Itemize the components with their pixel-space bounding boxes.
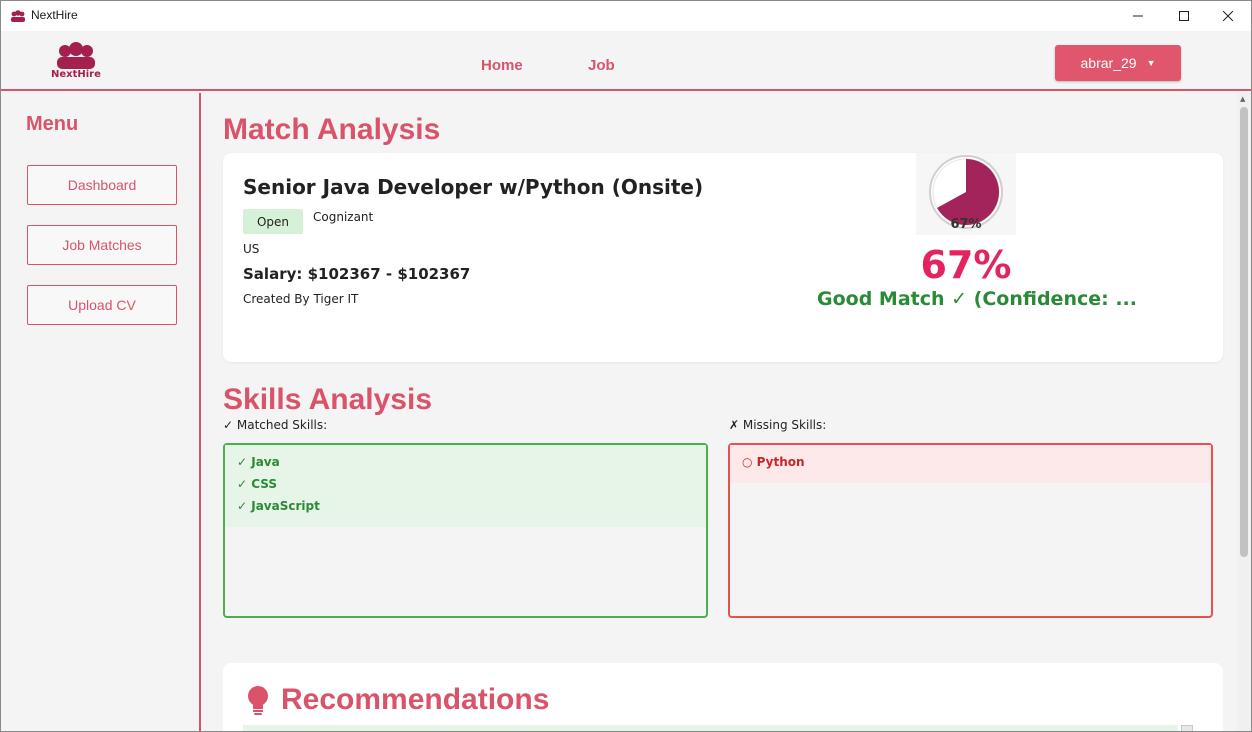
- maximize-button[interactable]: [1161, 1, 1207, 31]
- nav-home-link[interactable]: Home: [481, 57, 523, 74]
- recommendations-heading: Recommendations: [281, 683, 550, 716]
- pie-label: 67%: [950, 217, 982, 232]
- missing-skills-list[interactable]: ○ Python: [728, 443, 1213, 618]
- missing-skills-items: ○ Python: [730, 445, 1211, 483]
- match-percentage: 67%: [920, 243, 1012, 287]
- sidebar: Menu Dashboard Job Matches Upload CV: [1, 93, 201, 731]
- recommendations-card: Recommendations: [223, 663, 1223, 731]
- recommendations-scrollbar[interactable]: [1181, 725, 1193, 731]
- user-menu-button[interactable]: abrar_29 ▼: [1055, 45, 1181, 81]
- matched-skill-item[interactable]: ✓ JavaScript: [237, 499, 706, 521]
- job-location: US: [243, 242, 260, 256]
- matched-skills-items: ✓ Java ✓ CSS ✓ JavaScript: [225, 445, 706, 527]
- salary-range: Salary: $102367 - $102367: [243, 265, 471, 283]
- job-title: Senior Java Developer w/Python (Onsite): [243, 175, 704, 199]
- window-title: NextHire: [31, 8, 78, 22]
- minimize-button[interactable]: [1115, 1, 1161, 31]
- close-icon: [1223, 11, 1233, 21]
- nav-job-link[interactable]: Job: [588, 57, 615, 74]
- main-scrollbar[interactable]: ▲: [1237, 93, 1251, 731]
- sidebar-item-dashboard[interactable]: Dashboard: [27, 165, 177, 205]
- recommendations-text-area[interactable]: [243, 725, 1178, 731]
- matched-skill-item[interactable]: ✓ Java: [237, 455, 706, 477]
- match-pie-chart: 67%: [916, 153, 1016, 235]
- matched-skill-item[interactable]: ✓ CSS: [237, 477, 706, 499]
- missing-skills-label: ✗ Missing Skills:: [729, 418, 827, 432]
- maximize-icon: [1179, 11, 1189, 21]
- status-badge: Open: [243, 209, 303, 234]
- menu-title: Menu: [26, 113, 79, 135]
- app-logo-icon: [11, 10, 25, 22]
- scrollbar-thumb[interactable]: [1240, 107, 1248, 557]
- logo-text: NextHire: [51, 69, 101, 80]
- matched-skills-list[interactable]: ✓ Java ✓ CSS ✓ JavaScript: [223, 443, 708, 618]
- matched-skills-label: ✓ Matched Skills:: [223, 418, 328, 432]
- scroll-up-icon[interactable]: ▲: [1240, 95, 1245, 103]
- title-bar: NextHire: [1, 1, 1251, 31]
- skills-analysis-heading: Skills Analysis: [223, 383, 433, 416]
- sidebar-item-job-matches[interactable]: Job Matches: [27, 225, 177, 265]
- company-name: Cognizant: [313, 210, 374, 224]
- username-label: abrar_29: [1080, 55, 1137, 71]
- sidebar-item-upload-cv[interactable]: Upload CV: [27, 285, 177, 325]
- main-content: Match Analysis Senior Java Developer w/P…: [203, 93, 1251, 731]
- chevron-down-icon: ▼: [1146, 58, 1156, 68]
- close-button[interactable]: [1205, 1, 1251, 31]
- match-verdict: Good Match ✓ (Confidence: ...: [817, 288, 1137, 310]
- top-navbar: NextHire Home Job abrar_29 ▼: [1, 31, 1251, 91]
- minimize-icon: [1133, 15, 1143, 17]
- job-match-card: Senior Java Developer w/Python (Onsite) …: [223, 153, 1223, 362]
- app-window: NextHire NextHire Home Job abrar_29 ▼ Me…: [0, 0, 1252, 732]
- created-by: Created By Tiger IT: [243, 292, 359, 306]
- missing-skill-item[interactable]: ○ Python: [742, 455, 1211, 477]
- match-analysis-heading: Match Analysis: [223, 113, 441, 146]
- lightbulb-icon: [248, 686, 268, 715]
